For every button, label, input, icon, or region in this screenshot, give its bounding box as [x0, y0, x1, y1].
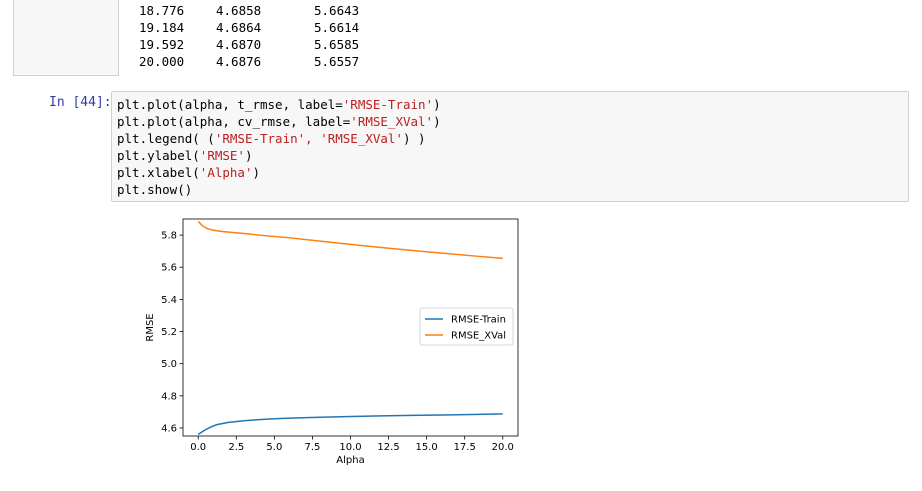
- y-tick-label: 5.0: [161, 359, 177, 370]
- code-string: 'RMSE-Train', 'RMSE_XVal': [214, 131, 403, 146]
- code-string: 'Alpha': [199, 165, 253, 180]
- output-cell: 19.184: [139, 20, 185, 35]
- code-text: ): [252, 165, 261, 180]
- output-cell: 18.776: [139, 3, 185, 18]
- legend-label: RMSE-Train: [451, 315, 506, 326]
- code-text: plt.show(): [117, 182, 193, 197]
- x-tick-label: 15.0: [416, 442, 438, 453]
- code-string: 'RMSE-Train': [342, 97, 434, 112]
- code-line[interactable]: plt.show(): [117, 181, 441, 198]
- output-cell: 4.6858: [216, 3, 262, 18]
- code-text: ) ): [403, 131, 426, 146]
- series-line-2: [197, 220, 503, 260]
- plot-output: 0.0 2.5 5.0 7.5 10.0 12.5 15.0 17.5 20.0 4.6 4.8 5.…: [130, 210, 530, 474]
- code-lines[interactable]: plt.plot(alpha, t_rmse, label='RMSE-Trai…: [117, 96, 441, 198]
- x-tick-label: 17.5: [454, 442, 476, 453]
- output-cell: 5.6643: [314, 3, 360, 18]
- series-line-1: [197, 413, 503, 436]
- output-cell: 5.6557: [314, 54, 360, 69]
- legend-label: RMSE_XVal: [451, 331, 506, 342]
- x-tick-label: 0.0: [190, 442, 206, 453]
- code-text: plt.legend( (: [117, 131, 215, 146]
- y-tick-label: 5.6: [161, 263, 177, 274]
- y-axis-label: RMSE: [145, 313, 156, 341]
- output-row: 19.184 4.6864 5.6614: [139, 19, 399, 36]
- output-row: 20.000 4.6876 5.6557: [139, 53, 399, 70]
- y-tick-label: 4.6: [161, 423, 177, 434]
- output-cell: 4.6864: [216, 20, 262, 35]
- output-cell: 4.6870: [216, 37, 262, 52]
- code-text: ): [244, 148, 253, 163]
- code-string: 'RMSE_XVal': [350, 114, 434, 129]
- line-chart: 0.0 2.5 5.0 7.5 10.0 12.5 15.0 17.5 20.0 4.6 4.8 5.…: [145, 218, 519, 466]
- y-tick-label: 5.8: [161, 231, 177, 242]
- output-cell: 20.000: [139, 54, 185, 69]
- code-text: ): [433, 97, 441, 112]
- y-tick-label: 5.2: [161, 327, 177, 338]
- output-cell: 19.592: [139, 37, 185, 52]
- output-row: 18.776 4.6858 5.6643: [139, 2, 399, 19]
- output-cell: 5.6614: [314, 20, 360, 35]
- code-line[interactable]: plt.plot(alpha, cv_rmse, label='RMSE_XVa…: [117, 113, 441, 130]
- x-tick-label: 7.5: [304, 442, 320, 453]
- previous-output-table: 18.776 4.6858 5.6643 19.184 4.6864 5.661…: [139, 2, 399, 70]
- y-tick-label: 4.8: [161, 391, 177, 402]
- y-tick-label: 5.4: [161, 295, 177, 306]
- x-tick-label: 20.0: [492, 442, 514, 453]
- code-text: plt.plot(alpha, t_rmse, label=: [117, 97, 343, 112]
- code-line[interactable]: plt.legend( ('RMSE-Train', 'RMSE_XVal') …: [117, 130, 441, 147]
- code-text: plt.xlabel(: [117, 165, 200, 180]
- code-line[interactable]: plt.plot(alpha, t_rmse, label='RMSE-Trai…: [117, 96, 441, 113]
- code-line[interactable]: plt.ylabel('RMSE'): [117, 147, 441, 164]
- code-text: ): [433, 114, 441, 129]
- code-text: plt.plot(alpha, cv_rmse, label=: [117, 114, 351, 129]
- code-text: plt.ylabel(: [117, 148, 200, 163]
- code-cell-editor[interactable]: plt.plot(alpha, t_rmse, label='RMSE-Trai…: [111, 91, 909, 202]
- x-tick-label: 10.0: [339, 442, 361, 453]
- output-row: 19.592 4.6870 5.6585: [139, 36, 399, 53]
- code-string: 'RMSE': [199, 148, 245, 163]
- output-cell: 5.6585: [314, 37, 360, 52]
- x-tick-label: 5.0: [266, 442, 282, 453]
- x-tick-label: 12.5: [377, 442, 399, 453]
- output-cell: 4.6876: [216, 54, 262, 69]
- cell-prompt: In [44]:: [49, 95, 112, 110]
- x-axis-label: Alpha: [336, 455, 364, 466]
- x-tick-label: 2.5: [228, 442, 244, 453]
- previous-output-area: [13, 0, 119, 76]
- code-line[interactable]: plt.xlabel('Alpha'): [117, 164, 441, 181]
